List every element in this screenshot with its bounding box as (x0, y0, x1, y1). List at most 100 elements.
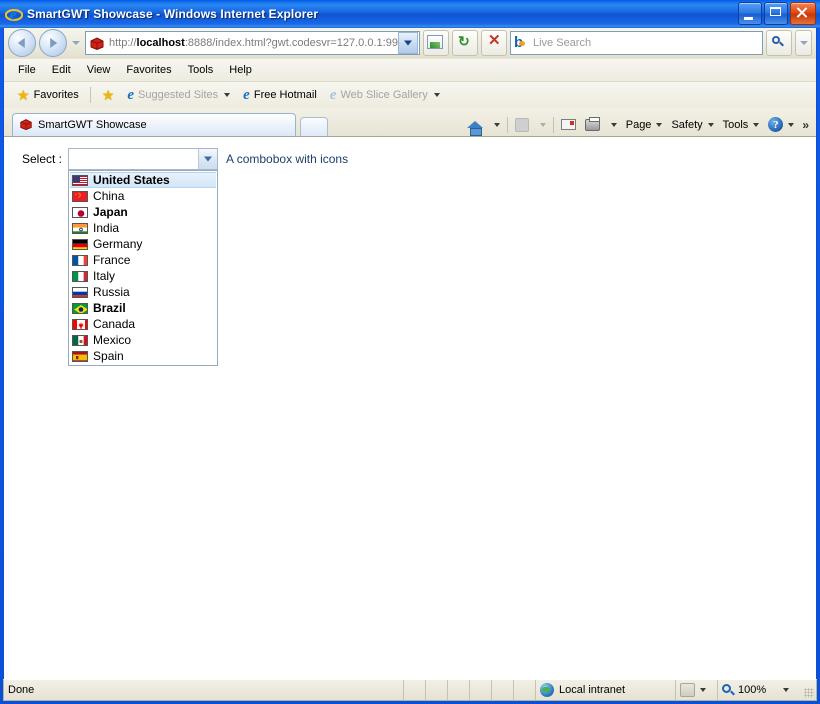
menu-tools[interactable]: Tools (180, 62, 222, 78)
combobox-field[interactable] (68, 148, 219, 170)
menu-bar: File Edit View Favorites Tools Help (4, 58, 816, 81)
chevron-down-icon (700, 688, 706, 692)
tab-label: SmartGWT Showcase (38, 119, 147, 131)
combobox-option-label: United States (93, 173, 170, 187)
flag-es-icon (72, 350, 89, 362)
combobox-option-mexico[interactable]: Mexico (70, 332, 216, 348)
combobox-option-italy[interactable]: Italy (70, 268, 216, 284)
search-icon (771, 35, 785, 49)
svg-text:e: e (10, 8, 17, 24)
feeds-button[interactable] (511, 116, 533, 134)
chevron-down-icon (707, 122, 714, 127)
favorites-button[interactable]: ★ Favorites (12, 86, 84, 104)
home-button[interactable] (463, 119, 487, 136)
address-input[interactable]: http://localhost:8888/index.html?gwt.cod… (85, 31, 420, 55)
command-bar: Page Safety Tools ? » (463, 115, 812, 136)
help-menu-button[interactable]: ? (764, 115, 798, 134)
favorites-item-web-slice-gallery[interactable]: e Web Slice Gallery (325, 86, 445, 105)
flag-it-icon (72, 270, 89, 282)
zoom-level-label: 100% (738, 684, 767, 696)
tools-menu-button[interactable]: Tools (719, 117, 764, 133)
print-button[interactable] (581, 116, 604, 133)
select-label: Select : (22, 152, 63, 166)
protected-mode-indicator[interactable] (676, 680, 718, 700)
safety-menu-button[interactable]: Safety (667, 117, 717, 133)
combobox-option-label: Canada (93, 317, 136, 331)
combobox-option-china[interactable]: China (70, 188, 216, 204)
security-zone-indicator[interactable]: Local intranet (536, 680, 676, 700)
search-provider-dropdown[interactable] (795, 30, 812, 56)
combobox-form-row: Select : United States China Japan India… (22, 148, 348, 366)
title-bar: e SmartGWT Showcase - Windows Internet E… (0, 0, 820, 28)
favorites-item-free-hotmail[interactable]: e Free Hotmail (238, 86, 322, 105)
combobox-option-label: Russia (93, 285, 130, 299)
tab-bar: SmartGWT Showcase Page Safety Tools ? » (4, 108, 816, 137)
resize-grip[interactable] (802, 680, 816, 700)
command-separator (506, 116, 508, 133)
menu-favorites[interactable]: Favorites (118, 62, 179, 78)
address-dropdown-button[interactable] (398, 32, 418, 54)
combobox-input[interactable] (69, 149, 199, 169)
favorites-item-suggested-sites[interactable]: e Suggested Sites (122, 86, 235, 105)
star-plus-icon: ★ (101, 87, 115, 103)
maximize-button[interactable] (764, 2, 788, 25)
page-viewport: Select : United States China Japan India… (4, 137, 816, 679)
menu-edit[interactable]: Edit (44, 62, 79, 78)
feeds-dropdown[interactable] (534, 121, 550, 129)
combobox-option-india[interactable]: India (70, 220, 216, 236)
menu-help[interactable]: Help (221, 62, 260, 78)
menu-view[interactable]: View (79, 62, 119, 78)
stop-button[interactable]: ✕ (481, 30, 507, 56)
combobox-option-canada[interactable]: Canada (70, 316, 216, 332)
recent-pages-dropdown[interactable] (70, 30, 82, 56)
menu-file[interactable]: File (10, 62, 44, 78)
tab-smartgwt-showcase[interactable]: SmartGWT Showcase (12, 113, 296, 136)
compatibility-view-button[interactable] (423, 30, 449, 56)
print-dropdown[interactable] (605, 121, 621, 129)
favorites-item-label: Free Hotmail (253, 89, 317, 101)
combobox-option-brazil[interactable]: Brazil (70, 300, 216, 316)
security-zone-label: Local intranet (559, 684, 626, 696)
combobox-option-label: France (93, 253, 131, 267)
refresh-button[interactable]: ↻ (452, 30, 478, 56)
read-mail-button[interactable] (557, 117, 580, 132)
ie-icon: e (127, 86, 135, 103)
forward-button[interactable] (39, 29, 67, 57)
home-icon (466, 121, 483, 136)
combobox-option-russia[interactable]: Russia (70, 284, 216, 300)
favorites-label: Favorites (33, 89, 79, 101)
combobox-option-united-states[interactable]: United States (70, 172, 217, 188)
combobox-option-label: Italy (93, 269, 116, 283)
page-menu-label: Page (625, 118, 652, 131)
search-go-button[interactable] (766, 30, 792, 56)
flag-jp-icon (72, 206, 89, 218)
red-box-icon (19, 117, 33, 134)
minimize-button[interactable] (738, 2, 762, 25)
ie-logo-icon: e (4, 5, 24, 24)
compatibility-view-icon (427, 35, 443, 49)
combobox-option-label: China (93, 189, 125, 203)
back-button[interactable] (8, 29, 36, 57)
mail-icon (560, 119, 576, 130)
add-to-favorites-bar-button[interactable]: ★ (97, 86, 120, 104)
address-bar: http://localhost:8888/index.html?gwt.cod… (4, 28, 816, 58)
combobox-option-france[interactable]: France (70, 252, 216, 268)
favorites-bar: ★ Favorites ★ e Suggested Sites e Free H… (4, 81, 816, 108)
combobox-option-germany[interactable]: Germany (70, 236, 216, 252)
command-bar-overflow-button[interactable]: » (799, 118, 812, 132)
status-segment (514, 680, 536, 700)
favorites-separator (89, 87, 91, 103)
new-tab-button[interactable] (300, 117, 328, 136)
ie-icon: e (243, 86, 250, 103)
flag-us-icon (72, 174, 89, 186)
zoom-control[interactable]: 100% (718, 680, 802, 700)
home-dropdown[interactable] (488, 121, 504, 129)
close-button[interactable] (790, 2, 816, 25)
rss-icon (514, 117, 529, 132)
page-menu-button[interactable]: Page (622, 117, 667, 133)
chevron-down-icon (788, 122, 795, 127)
search-input[interactable]: Live Search (510, 31, 763, 55)
combobox-option-spain[interactable]: Spain (70, 348, 216, 364)
combobox-option-japan[interactable]: Japan (70, 204, 216, 220)
combobox-dropdown-button[interactable] (198, 149, 218, 169)
